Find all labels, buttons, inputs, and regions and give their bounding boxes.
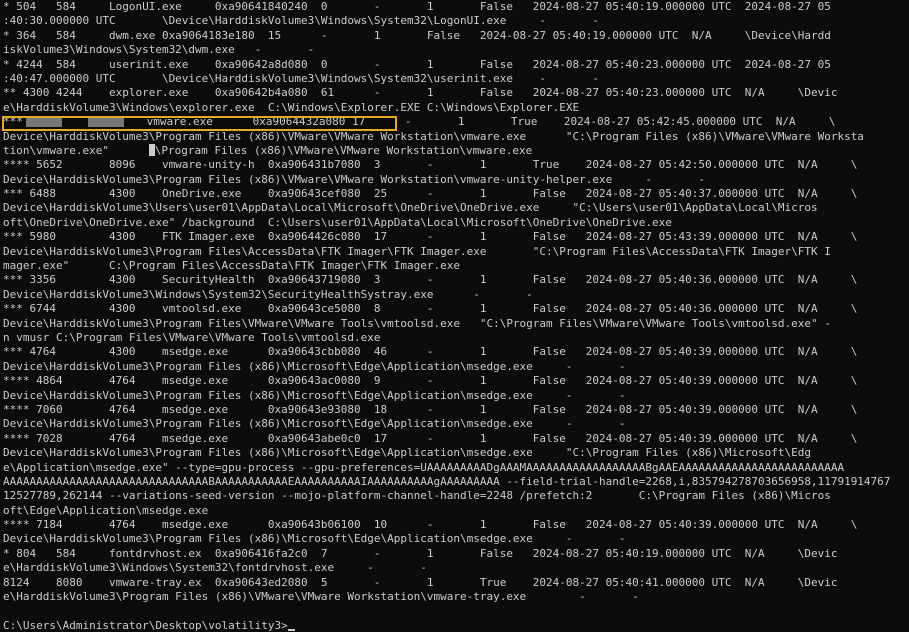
output-line: **** 7184 4764 msedge.exe 0xa90643b06100…	[3, 518, 890, 532]
output-text: Device\HarddiskVolume3\Program Files (x8…	[3, 532, 626, 546]
output-line: Device\HarddiskVolume3\Program Files (x8…	[3, 130, 890, 144]
output-line: e\Application\msedge.exe" --type=gpu-pro…	[3, 461, 890, 475]
output-text: Device\HarddiskVolume3\Windows\System32\…	[3, 287, 533, 301]
output-text: **** 7060 4764 msedge.exe 0xa90643e93080…	[3, 402, 858, 416]
output-text: Device\HarddiskVolume3\Users\user01\AppD…	[3, 201, 818, 215]
output-text: 8124 8080 vmware-tray.ex 0xa90643ed2080 …	[3, 575, 838, 589]
output-text: *** 6488 4300 OneDrive.exe 0xa90643cef08…	[3, 187, 858, 201]
output-line: *** 5980 4300 FTK Imager.exe 0xa9064426c…	[3, 230, 890, 244]
output-text: Device\HarddiskVolume3\Program Files (x8…	[3, 446, 811, 460]
output-line: Device\HarddiskVolume3\Program Files (x8…	[3, 360, 890, 374]
output-text: mager.exe" C:\Program Files\AccessData\F…	[3, 259, 460, 273]
output-text: e\Application\msedge.exe" --type=gpu-pro…	[3, 460, 845, 474]
output-text: e\HarddiskVolume3\Windows\explorer.exe C…	[3, 100, 580, 114]
output-text: Device\HarddiskVolume3\Program Files (x8…	[3, 129, 864, 143]
output-text: Device\HarddiskVolume3\Program Files (x8…	[3, 359, 626, 373]
output-text: Device\HarddiskVolume3\Program Files (x8…	[3, 172, 705, 186]
row-rest: 17 - 1 True 2024-08-27 05:42:45.000000 U…	[345, 115, 836, 129]
output-line: *** 6744 4300 vmtoolsd.exe 0xa90643ce508…	[3, 302, 890, 316]
output-text: AAAAAAAAAAAAAAAAAAAAAAAAAAAAAAABAAAAAAAA…	[3, 474, 891, 488]
output-line: :40:30.000000 UTC \Device\HarddiskVolume…	[3, 14, 890, 28]
output-line: e\HarddiskVolume3\Program Files (x86)\VM…	[3, 590, 890, 604]
output-line: tion\vmware.exe" \Program Files (x86)\VM…	[3, 143, 890, 158]
output-text: * 4244 584 userinit.exe 0xa90642a8d080 0…	[3, 57, 831, 71]
output-line: * 364 584 dwm.exe 0xa9064183e180 15 - 1 …	[3, 29, 890, 43]
output-line: AAAAAAAAAAAAAAAAAAAAAAAAAAAAAAABAAAAAAAA…	[3, 475, 890, 489]
output-text: Device\HarddiskVolume3\Program Files (x8…	[3, 417, 626, 431]
output-line: mager.exe" C:\Program Files\AccessData\F…	[3, 259, 890, 273]
output-line: oft\OneDrive\OneDrive.exe" /background C…	[3, 216, 890, 230]
output-text: \Program Files (x86)\VMware\VMware Works…	[154, 143, 533, 157]
output-line: **** 7028 4764 msedge.exe 0xa90643abe0c0…	[3, 432, 890, 446]
output-line: 8124 8080 vmware-tray.ex 0xa90643ed2080 …	[3, 576, 890, 590]
output-text: Device\HarddiskVolume3\Program Files (x8…	[3, 388, 626, 402]
output-line: Device\HarddiskVolume3\Users\user01\AppD…	[3, 201, 890, 215]
output-text: Device\HarddiskVolume3\Program Files\VMw…	[3, 316, 831, 330]
output-line: *** 6488 4300 OneDrive.exe 0xa90643cef08…	[3, 187, 890, 201]
output-line: e\HarddiskVolume3\Windows\System32\fontd…	[3, 561, 890, 575]
output-line: *** 3356 4300 SecurityHealth 0xa90643719…	[3, 273, 890, 287]
output-line: **** 5652 8096 vmware-unity-h 0xa906431b…	[3, 158, 890, 172]
output-line: * 504 584 LogonUI.exe 0xa90641840240 0 -…	[3, 0, 890, 14]
output-line: Device\HarddiskVolume3\Program Files (x8…	[3, 389, 890, 403]
output-text: * 504 584 LogonUI.exe 0xa90641840240 0 -…	[3, 0, 831, 13]
output-line: Device\HarddiskVolume3\Program Files (x8…	[3, 446, 890, 460]
text-cursor	[287, 628, 295, 631]
command-prompt-line: C:\Users\Administrator\Desktop\volatilit…	[3, 619, 890, 632]
output-text: :40:47.000000 UTC \Device\HarddiskVolume…	[3, 71, 600, 85]
output-text: :40:30.000000 UTC \Device\HarddiskVolume…	[3, 14, 600, 28]
highlighted-process-row	[2, 116, 397, 131]
output-text: * 364 584 dwm.exe 0xa9064183e180 15 - 1 …	[3, 28, 831, 42]
output-line: e\HarddiskVolume3\Windows\explorer.exe C…	[3, 101, 890, 115]
output-line: Device\HarddiskVolume3\Windows\System32\…	[3, 288, 890, 302]
output-line: * 4244 584 userinit.exe 0xa90642a8d080 0…	[3, 58, 890, 72]
output-text: Device\HarddiskVolume3\Program Files\Acc…	[3, 244, 831, 258]
terminal-output[interactable]: * 504 584 LogonUI.exe 0xa90641840240 0 -…	[3, 0, 890, 632]
output-text: oft\Edge\Application\msedge.exe	[3, 503, 209, 517]
output-line: *** 4764 4300 msedge.exe 0xa90643cbb080 …	[3, 345, 890, 359]
output-line: n vmusr C:\Program Files\VMware\VMware T…	[3, 331, 890, 345]
output-line: oft\Edge\Application\msedge.exe	[3, 504, 890, 518]
output-line: ** 4300 4244 explorer.exe 0xa90642b4a080…	[3, 86, 890, 100]
output-text: iskVolume3\Windows\System32\dwm.exe - -	[3, 43, 315, 57]
output-line: 12527789,262144 --variations-seed-versio…	[3, 489, 890, 503]
output-line: **** 7060 4764 msedge.exe 0xa90643e93080…	[3, 403, 890, 417]
output-line: Device\HarddiskVolume3\Program Files (x8…	[3, 173, 890, 187]
terminal-window[interactable]: * 504 584 LogonUI.exe 0xa90641840240 0 -…	[0, 0, 909, 632]
output-text: ** 4300 4244 explorer.exe 0xa90642b4a080…	[3, 86, 838, 100]
output-line: * 804 584 fontdrvhost.ex 0xa906416fa2c0 …	[3, 547, 890, 561]
output-text: **** 5652 8096 vmware-unity-h 0xa906431b…	[3, 158, 858, 172]
output-text: 12527789,262144 --variations-seed-versio…	[3, 489, 831, 503]
output-text: n vmusr C:\Program Files\VMware\VMware T…	[3, 330, 381, 344]
output-text: oft\OneDrive\OneDrive.exe" /background C…	[3, 215, 672, 229]
output-text: **** 4864 4764 msedge.exe 0xa90643ac0080…	[3, 374, 858, 388]
output-text: *** 3356 4300 SecurityHealth 0xa90643719…	[3, 273, 858, 287]
output-line: Device\HarddiskVolume3\Program Files (x8…	[3, 532, 890, 546]
output-text: e\HarddiskVolume3\Windows\System32\fontd…	[3, 561, 427, 575]
output-text: **** 7184 4764 msedge.exe 0xa90643b06100…	[3, 518, 858, 532]
output-text: * 804 584 fontdrvhost.ex 0xa906416fa2c0 …	[3, 546, 838, 560]
output-text: e\HarddiskVolume3\Program Files (x86)\VM…	[3, 590, 639, 604]
output-text: *** 6744 4300 vmtoolsd.exe 0xa90643ce508…	[3, 302, 858, 316]
output-line: Device\HarddiskVolume3\Program Files\VMw…	[3, 317, 890, 331]
output-text: *** 4764 4300 msedge.exe 0xa90643cbb080 …	[3, 345, 858, 359]
output-text: **** 7028 4764 msedge.exe 0xa90643abe0c0…	[3, 431, 858, 445]
output-text: tion\vmware.exe"	[3, 143, 109, 157]
output-line: Device\HarddiskVolume3\Program Files (x8…	[3, 417, 890, 431]
output-text: *** 5980 4300 FTK Imager.exe 0xa9064426c…	[3, 230, 858, 244]
command-prompt[interactable]: C:\Users\Administrator\Desktop\volatilit…	[3, 619, 288, 632]
output-line: Device\HarddiskVolume3\Program Files\Acc…	[3, 245, 890, 259]
output-line: **** 4864 4764 msedge.exe 0xa90643ac0080…	[3, 374, 890, 388]
output-line: :40:47.000000 UTC \Device\HarddiskVolume…	[3, 72, 890, 86]
output-line: iskVolume3\Windows\System32\dwm.exe - -	[3, 43, 890, 57]
